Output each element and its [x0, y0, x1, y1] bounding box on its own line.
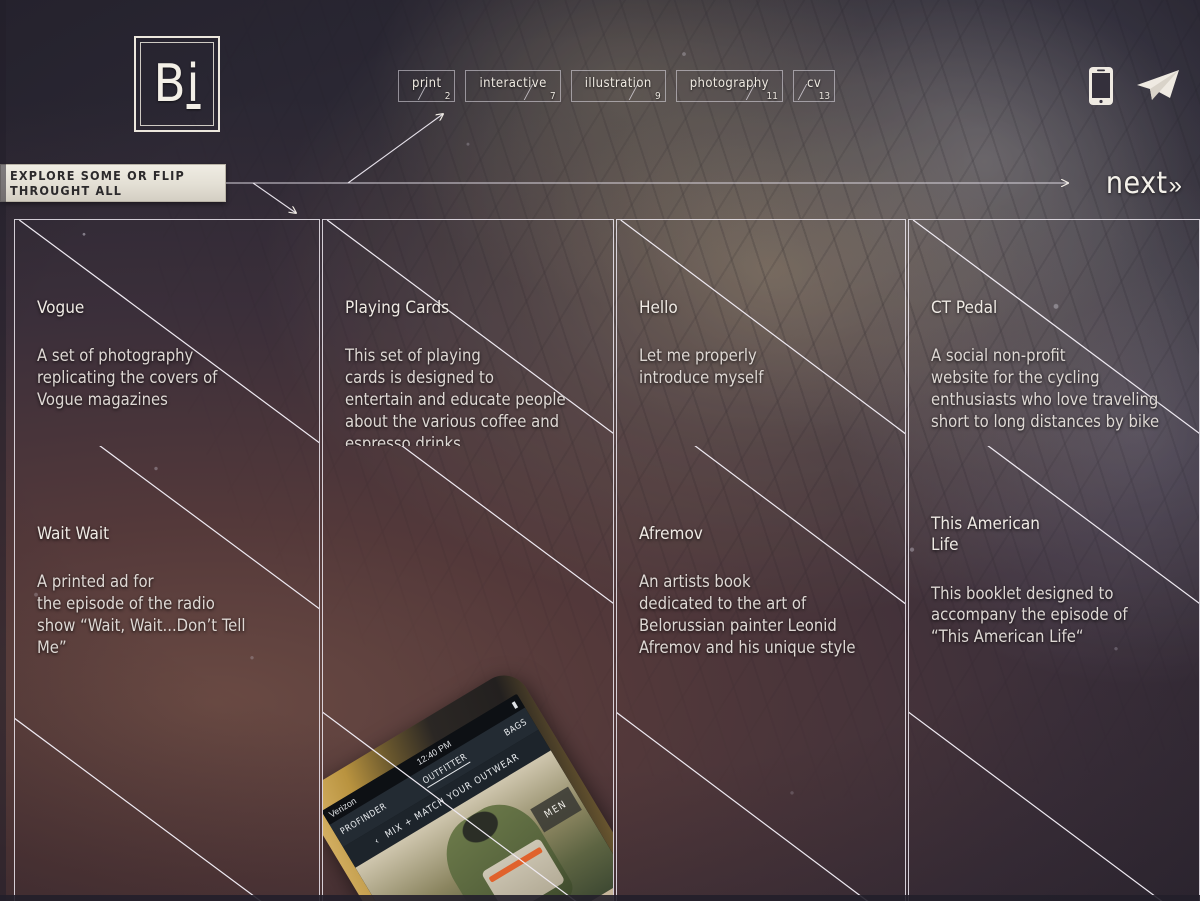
- logo-inner-frame: Bi: [140, 42, 214, 126]
- nav-item-count: 9: [654, 91, 661, 102]
- nav-item-cv[interactable]: cv 13: [793, 70, 836, 102]
- project-text: Vogue A set of photography replicating t…: [37, 298, 307, 411]
- nav-item-count: 2: [444, 91, 451, 102]
- next-button[interactable]: next »: [1106, 166, 1182, 201]
- project-description: This booklet designed to accompany the e…: [931, 583, 1128, 647]
- back-chevron-icon[interactable]: ‹: [372, 835, 381, 847]
- project-title: Playing Cards: [345, 298, 450, 318]
- nav-item-interactive[interactable]: interactive 7: [465, 70, 561, 102]
- chevron-double-right-icon: »: [1168, 172, 1182, 199]
- project-card-playing-cards[interactable]: Playing Cards This set of playing cards …: [323, 220, 613, 446]
- projects-column-1: Vogue A set of photography replicating t…: [14, 219, 320, 901]
- paper-plane-icon[interactable]: [1136, 69, 1180, 103]
- phone-screen: Verizon 12:40 PM ▮ PROFINDER OUTFITTER B…: [323, 693, 613, 901]
- projects-grid: Vogue A set of photography replicating t…: [0, 219, 1200, 901]
- explore-button-label: EXPLORE SOME OR FLIP THROUGHT ALL: [10, 168, 185, 198]
- phone-mockup: Verizon 12:40 PM ▮ PROFINDER OUTFITTER B…: [323, 630, 613, 901]
- project-text: Wait Wait A printed ad for the episode o…: [37, 524, 307, 659]
- mobile-phone-icon[interactable]: [1088, 66, 1114, 106]
- project-title: Wait Wait: [37, 524, 110, 544]
- project-text: This American Life This booklet designed…: [931, 514, 1187, 648]
- bottom-edge-strip: [0, 895, 1200, 901]
- project-title: Hello: [639, 298, 678, 318]
- project-title: Afremov: [639, 524, 703, 544]
- project-card-ct-pedal[interactable]: CT Pedal A social non-profit website for…: [909, 220, 1199, 446]
- explore-button[interactable]: EXPLORE SOME OR FLIP THROUGHT ALL: [0, 164, 226, 202]
- left-edge-strip: [0, 0, 6, 901]
- nav-item-count: 11: [766, 91, 778, 102]
- project-card-hello[interactable]: Hello Let me properly introduce myself: [617, 220, 905, 446]
- project-card-vogue[interactable]: Vogue A set of photography replicating t…: [15, 220, 319, 446]
- project-title: Vogue: [37, 298, 85, 318]
- nav-item-photography[interactable]: photography 11: [675, 70, 783, 102]
- main-nav: print 2 interactive 7 illustration 9 pho…: [398, 70, 845, 110]
- project-text: Playing Cards This set of playing cards …: [345, 298, 601, 446]
- project-card-outfitter-preview[interactable]: Verizon 12:40 PM ▮ PROFINDER OUTFITTER B…: [323, 446, 613, 901]
- project-text: [345, 524, 601, 550]
- nav-item-illustration[interactable]: illustration 9: [570, 70, 666, 102]
- projects-column-4: CT Pedal A social non-profit website for…: [908, 219, 1200, 901]
- diagonal-line: [617, 446, 905, 901]
- logo[interactable]: Bi: [134, 36, 220, 132]
- project-description: A printed ad for the episode of the radi…: [37, 572, 246, 658]
- project-card-wait-wait[interactable]: Wait Wait A printed ad for the episode o…: [15, 446, 319, 901]
- project-text: Hello Let me properly introduce myself: [639, 298, 893, 389]
- projects-column-2: Playing Cards This set of playing cards …: [322, 219, 614, 901]
- project-text: Afremov An artists book dedicated to the…: [639, 524, 893, 659]
- header-actions: [1088, 66, 1180, 106]
- project-title: CT Pedal: [931, 298, 998, 318]
- project-description: A set of photography replicating the cov…: [37, 346, 218, 410]
- next-button-label: next: [1105, 166, 1168, 201]
- logo-text: Bi: [153, 54, 201, 114]
- project-description: An artists book dedicated to the art of …: [639, 572, 856, 658]
- project-description: A social non-profit website for the cycl…: [931, 346, 1160, 432]
- site-header: Bi print 2 interactive 7 illustration 9 …: [0, 0, 1200, 218]
- battery-icon: ▮: [509, 698, 519, 710]
- project-description: Let me properly introduce myself: [639, 346, 764, 388]
- project-text: CT Pedal A social non-profit website for…: [931, 298, 1187, 433]
- project-card-afremov[interactable]: Afremov An artists book dedicated to the…: [617, 446, 905, 901]
- nav-item-count: 13: [818, 91, 831, 102]
- project-card-this-american-life[interactable]: This American Life This booklet designed…: [909, 446, 1199, 901]
- phone-body: Verizon 12:40 PM ▮ PROFINDER OUTFITTER B…: [323, 665, 613, 901]
- app-tab-bags[interactable]: BAGS: [503, 717, 529, 738]
- nav-item-print[interactable]: print 2: [398, 70, 456, 102]
- projects-column-3: Hello Let me properly introduce myself A…: [616, 219, 906, 901]
- project-title: This American Life: [931, 514, 1040, 556]
- portfolio-page: Bi print 2 interactive 7 illustration 9 …: [0, 0, 1200, 901]
- project-description: This set of playing cards is designed to…: [345, 346, 566, 446]
- nav-item-count: 7: [549, 91, 556, 102]
- diagonal-line: [15, 446, 319, 901]
